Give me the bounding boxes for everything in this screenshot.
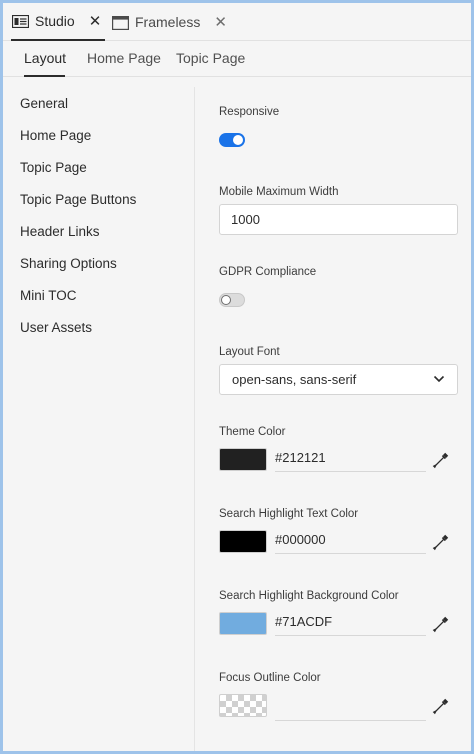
section-tab-bar: Layout Home Page Topic Page: [3, 41, 471, 77]
tab-home-page[interactable]: Home Page: [87, 41, 161, 77]
eyedropper-icon[interactable]: [432, 533, 450, 551]
layout-font-select[interactable]: open-sans, sans-serif: [219, 364, 458, 395]
sidebar-item-sharing-options[interactable]: Sharing Options: [20, 256, 117, 271]
tab-layout[interactable]: Layout: [24, 41, 66, 77]
window-icon: [112, 15, 130, 30]
sidebar-item-general[interactable]: General: [20, 96, 68, 111]
layout-font-value: open-sans, sans-serif: [232, 372, 357, 387]
close-icon[interactable]: ✕: [89, 14, 102, 29]
gdpr-toggle[interactable]: [219, 293, 245, 307]
tab-frameless[interactable]: Frameless ✕: [112, 3, 227, 41]
close-icon[interactable]: ✕: [214, 15, 227, 30]
focus-outline-input[interactable]: [275, 695, 426, 721]
mobile-max-width-input[interactable]: 1000: [219, 204, 458, 235]
search-highlight-bg-label: Search Highlight Background Color: [219, 590, 399, 602]
responsive-toggle[interactable]: [219, 133, 245, 147]
sidebar-item-home-page[interactable]: Home Page: [20, 128, 91, 143]
search-highlight-text-input[interactable]: #000000: [275, 528, 426, 554]
sidebar-item-mini-toc[interactable]: Mini TOC: [20, 288, 77, 303]
eyedropper-icon[interactable]: [432, 615, 450, 633]
settings-sidebar: General Home Page Topic Page Topic Page …: [3, 77, 193, 751]
mobile-max-width-label: Mobile Maximum Width: [219, 186, 339, 198]
tab-frameless-label: Frameless: [135, 14, 201, 30]
settings-panel: Responsive Mobile Maximum Width 1000 GDP…: [195, 77, 471, 751]
search-highlight-bg-swatch[interactable]: [219, 612, 267, 635]
tab-studio-label: Studio: [35, 13, 75, 29]
eyedropper-icon[interactable]: [432, 697, 450, 715]
search-highlight-text-swatch[interactable]: [219, 530, 267, 553]
toggle-knob: [233, 135, 243, 145]
focus-outline-label: Focus Outline Color: [219, 672, 321, 684]
gdpr-label: GDPR Compliance: [219, 266, 317, 278]
search-highlight-bg-input[interactable]: #71ACDF: [275, 610, 426, 636]
focus-outline-swatch[interactable]: [219, 694, 267, 717]
theme-color-label: Theme Color: [219, 426, 286, 438]
chevron-down-icon: [433, 375, 445, 383]
layout-font-label: Layout Font: [219, 346, 280, 358]
toggle-knob: [221, 295, 231, 305]
eyedropper-icon[interactable]: [432, 451, 450, 469]
studio-panel-icon: [11, 14, 30, 28]
sidebar-item-topic-page[interactable]: Topic Page: [20, 160, 87, 175]
document-tab-bar: Studio ✕ Frameless ✕: [3, 3, 471, 41]
search-highlight-text-label: Search Highlight Text Color: [219, 508, 359, 520]
responsive-label: Responsive: [219, 106, 280, 118]
theme-color-swatch[interactable]: [219, 448, 267, 471]
sidebar-item-topic-page-buttons[interactable]: Topic Page Buttons: [20, 192, 136, 207]
theme-color-input[interactable]: #212121: [275, 446, 426, 472]
sidebar-item-header-links[interactable]: Header Links: [20, 224, 100, 239]
studio-window: Studio ✕ Frameless ✕ Layout Home Page To…: [0, 0, 474, 754]
sidebar-item-user-assets[interactable]: User Assets: [20, 320, 92, 335]
tab-topic-page[interactable]: Topic Page: [176, 41, 245, 77]
tab-studio[interactable]: Studio ✕: [11, 3, 105, 41]
